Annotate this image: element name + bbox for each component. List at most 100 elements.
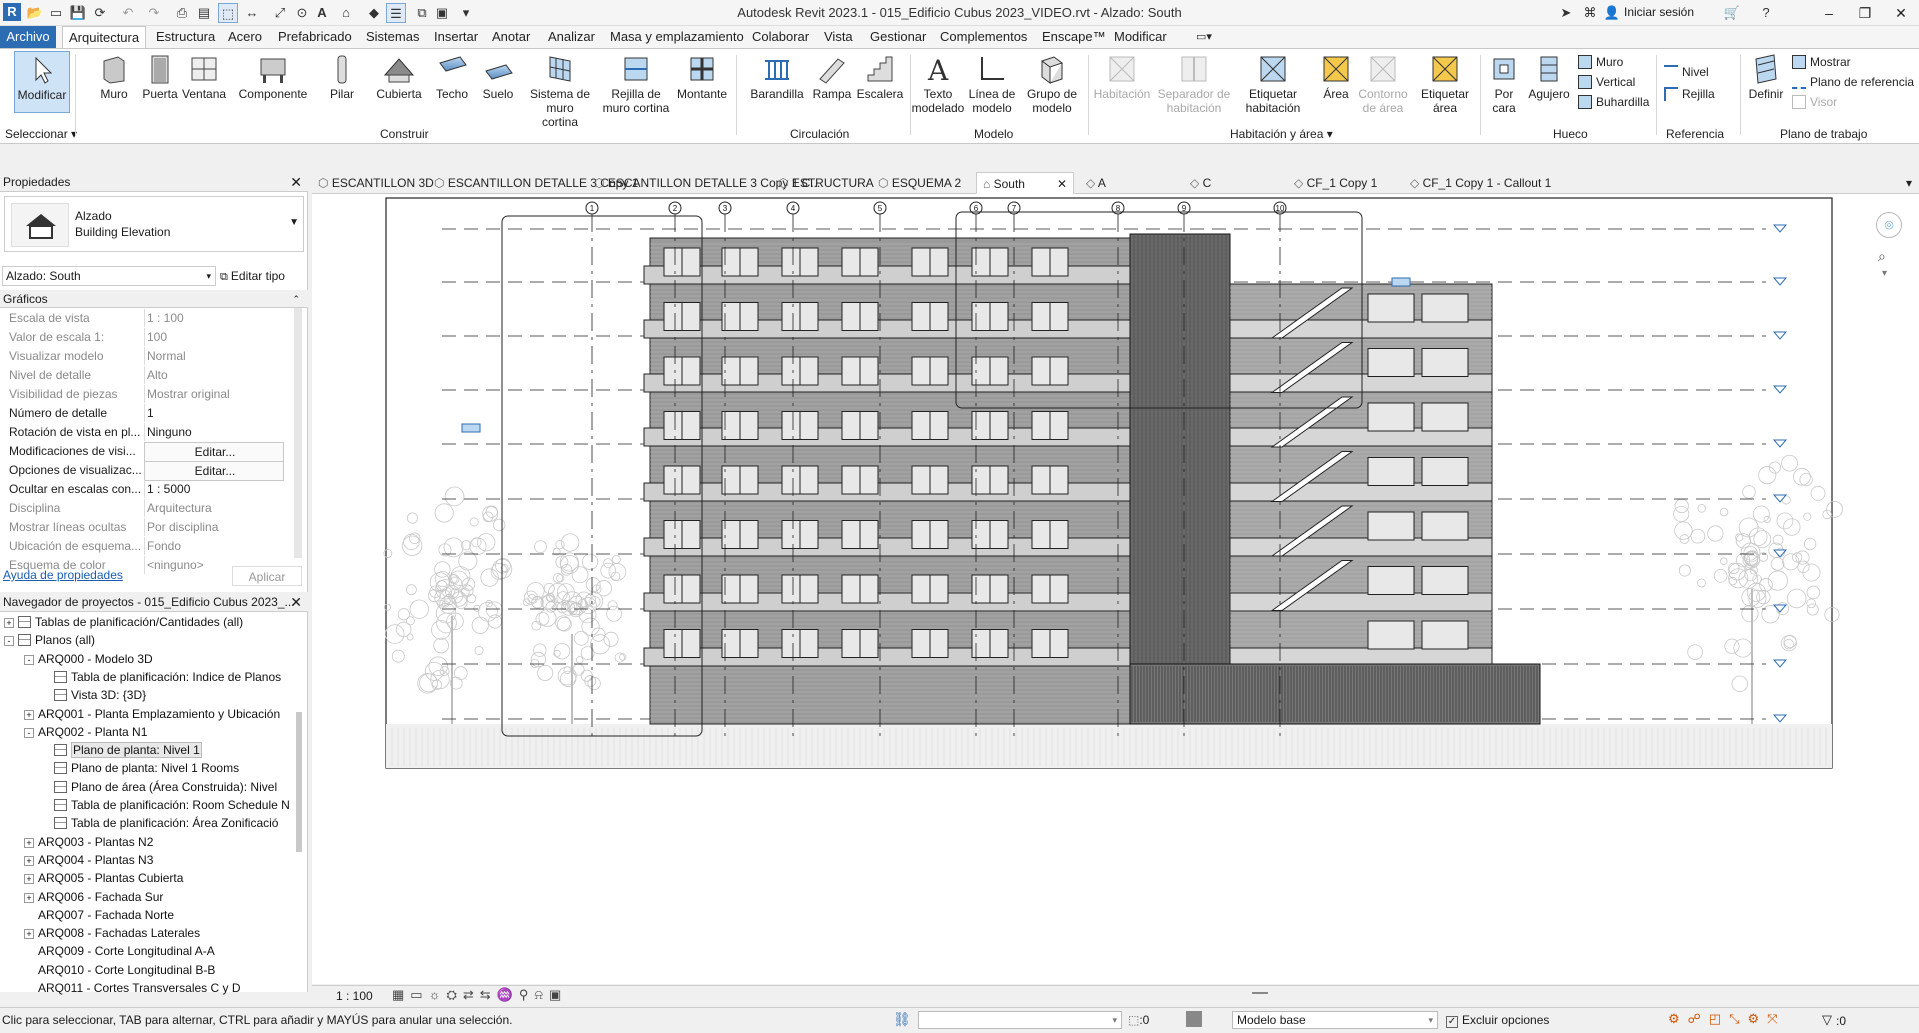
- habitacion-panel-label[interactable]: Habitación y área ▾: [1230, 127, 1333, 141]
- worksets-icon[interactable]: ⛓: [893, 1011, 911, 1028]
- browser-node[interactable]: + ARQ003 - Plantas N2: [24, 834, 153, 850]
- view-tab[interactable]: ◇ C: [1184, 172, 1284, 194]
- property-edit-button[interactable]: Editar...: [144, 442, 284, 462]
- property-row[interactable]: Visibilidad de piezas Mostrar original: [4, 385, 294, 403]
- expand-icon[interactable]: +: [24, 710, 34, 720]
- property-edit-button[interactable]: Editar...: [144, 461, 284, 481]
- browser-node[interactable]: Plano de planta: Nivel 1: [54, 742, 202, 758]
- ribbon-minimize-icon[interactable]: ▭▾: [1190, 26, 1218, 48]
- scroll-handle[interactable]: [1252, 992, 1268, 994]
- exchange-icon[interactable]: ➤: [1556, 3, 1576, 23]
- view-tab[interactable]: ◇ A: [1080, 172, 1180, 194]
- shaft-button[interactable]: Agujero: [1526, 51, 1572, 101]
- tab-analizar[interactable]: Analizar: [542, 26, 601, 48]
- select-dropdown[interactable]: Seleccionar ▾: [5, 127, 77, 141]
- properties-help-link[interactable]: Ayuda de propiedades: [3, 568, 123, 582]
- view-tab-active[interactable]: ⌂ South ✕: [976, 172, 1074, 194]
- selection-filter-icons[interactable]: ⚙☍◰⤡⚙⤧: [1668, 1011, 1786, 1027]
- browser-node[interactable]: + ARQ004 - Plantas N3: [24, 852, 153, 868]
- properties-scrollbar[interactable]: [294, 308, 302, 558]
- browser-node[interactable]: + ARQ006 - Fachada Sur: [24, 889, 163, 905]
- cart-icon[interactable]: 🛒: [1722, 3, 1742, 23]
- tab-arquitectura[interactable]: Arquitectura: [62, 26, 146, 48]
- tab-complementos[interactable]: Complementos: [934, 26, 1033, 48]
- graphics-group[interactable]: Gráficos ⌃: [0, 290, 308, 308]
- floor-button[interactable]: Suelo: [478, 51, 518, 101]
- dormer-opening-button[interactable]: Buhardilla: [1578, 95, 1649, 109]
- properties-close-icon[interactable]: ✕: [290, 172, 302, 192]
- type-selector[interactable]: Alzado Building Elevation ▼: [4, 196, 304, 252]
- browser-node[interactable]: Tabla de planificación: Área Zonificació: [54, 815, 278, 831]
- ref-plane-button[interactable]: Plano de referencia: [1792, 75, 1914, 89]
- tab-estructura[interactable]: Estructura: [150, 26, 221, 48]
- tabs-dropdown-icon[interactable]: ▾: [1906, 172, 1912, 194]
- property-row[interactable]: Número de detalle 1: [4, 404, 294, 422]
- browser-scrollbar[interactable]: [296, 712, 302, 852]
- browser-node[interactable]: + Tablas de planificación/Cantidades (all…: [4, 614, 243, 630]
- door-button[interactable]: Puerta: [140, 51, 180, 101]
- view-tab[interactable]: ⬡ ESCANTILLON DETALLE 3 Copy 1 C...: [588, 172, 768, 194]
- view-control-icons[interactable]: ▦▭☼⛭⇄⇆♒⚲⍾▣: [392, 987, 567, 1003]
- user-icon[interactable]: 👤: [1602, 3, 1622, 23]
- tag-area-button[interactable]: Etiquetar área: [1414, 51, 1476, 115]
- collapse-icon[interactable]: -: [4, 636, 14, 646]
- zoom-dropdown-icon[interactable]: ▾: [1882, 268, 1887, 279]
- expand-icon[interactable]: +: [24, 838, 34, 848]
- view-tab[interactable]: ◇ CF_1 Copy 1: [1288, 172, 1398, 194]
- tab-anotar[interactable]: Anotar: [486, 26, 536, 48]
- browser-node[interactable]: ARQ007 - Fachada Norte: [24, 907, 174, 923]
- steering-wheel-icon[interactable]: ◎: [1876, 212, 1902, 238]
- view-tab[interactable]: ⬡ ESCANTILLON 3D: [312, 172, 424, 194]
- vertical-opening-button[interactable]: Vertical: [1578, 75, 1635, 89]
- tab-archivo[interactable]: Archivo: [0, 26, 56, 48]
- browser-node[interactable]: - ARQ000 - Modelo 3D: [24, 651, 153, 667]
- window-button[interactable]: Ventana: [182, 51, 226, 101]
- design-option-selector[interactable]: Modelo base ▾: [1232, 1011, 1438, 1029]
- room-button[interactable]: Habitación: [1090, 51, 1154, 101]
- maximize-button[interactable]: ❐: [1850, 2, 1880, 24]
- property-row[interactable]: Rotación de vista en pl... Ninguno: [4, 423, 294, 441]
- browser-node[interactable]: ARQ010 - Corte Longitudinal B-B: [24, 962, 215, 978]
- collapse-icon[interactable]: -: [24, 728, 34, 738]
- browser-node[interactable]: Plano de área (Área Construida): Nivel: [54, 779, 277, 795]
- browser-node[interactable]: - ARQ002 - Planta N1: [24, 724, 147, 740]
- expand-icon[interactable]: +: [24, 856, 34, 866]
- close-tab-icon[interactable]: ✕: [1057, 173, 1067, 195]
- tab-insertar[interactable]: Insertar: [428, 26, 484, 48]
- tab-vista[interactable]: Vista: [818, 26, 859, 48]
- binoculars-icon[interactable]: ⌘: [1580, 3, 1600, 23]
- tab-acero[interactable]: Acero: [222, 26, 268, 48]
- tag-room-button[interactable]: Etiquetar habitación: [1236, 51, 1310, 115]
- browser-close-icon[interactable]: ✕: [290, 592, 302, 612]
- zoom-icon[interactable]: ⌕: [1878, 248, 1886, 265]
- property-row[interactable]: Ocultar en escalas con... 1 : 5000: [4, 480, 294, 498]
- modify-button[interactable]: Modificar: [14, 51, 70, 113]
- viewer-button[interactable]: Visor: [1792, 95, 1837, 109]
- property-row[interactable]: Nivel de detalle Alto: [4, 366, 294, 384]
- edit-type-button[interactable]: ⧉ Editar tipo: [220, 266, 285, 286]
- view-scale[interactable]: 1 : 100: [336, 989, 373, 1003]
- stair-button[interactable]: Escalera: [856, 51, 904, 101]
- exclude-options-checkbox[interactable]: ✓ Excluir opciones: [1446, 1013, 1549, 1028]
- tab-masa[interactable]: Masa y emplazamiento: [604, 26, 750, 48]
- view-tab[interactable]: ⬡ ESQUEMA 2: [872, 172, 972, 194]
- browser-node[interactable]: ARQ011 - Cortes Transversales C y D: [24, 980, 241, 996]
- room-separator-button[interactable]: Separador de habitación: [1156, 51, 1232, 115]
- close-button[interactable]: ✕: [1886, 2, 1916, 24]
- browser-node[interactable]: Vista 3D: {3D}: [54, 687, 146, 703]
- tab-colaborar[interactable]: Colaborar: [746, 26, 815, 48]
- browser-node[interactable]: + ARQ001 - Planta Emplazamiento y Ubicaci…: [24, 706, 280, 722]
- property-row[interactable]: Modificaciones de visi... Editar...: [4, 442, 294, 460]
- property-row[interactable]: Disciplina Arquitectura: [4, 499, 294, 517]
- view-tab[interactable]: ◇ CF_1 Copy 1 - Callout 1: [1404, 172, 1584, 194]
- drawing-canvas[interactable]: 1 2 3 4 5 6 7 8 9 10 ◎ ⌕ ▾: [312, 194, 1919, 984]
- ceiling-button[interactable]: Techo: [432, 51, 472, 101]
- tab-enscape[interactable]: Enscape™: [1036, 26, 1112, 48]
- browser-node[interactable]: Plano de planta: Nivel 1 Rooms: [54, 760, 239, 776]
- browser-node[interactable]: - Planos (all): [4, 632, 95, 648]
- apply-button[interactable]: Aplicar: [232, 566, 302, 586]
- model-line-button[interactable]: Línea de modelo: [966, 51, 1018, 115]
- wall-button[interactable]: Muro: [94, 51, 134, 101]
- railing-button[interactable]: Barandilla: [748, 51, 806, 101]
- set-workplane-button[interactable]: Definir: [1742, 51, 1790, 101]
